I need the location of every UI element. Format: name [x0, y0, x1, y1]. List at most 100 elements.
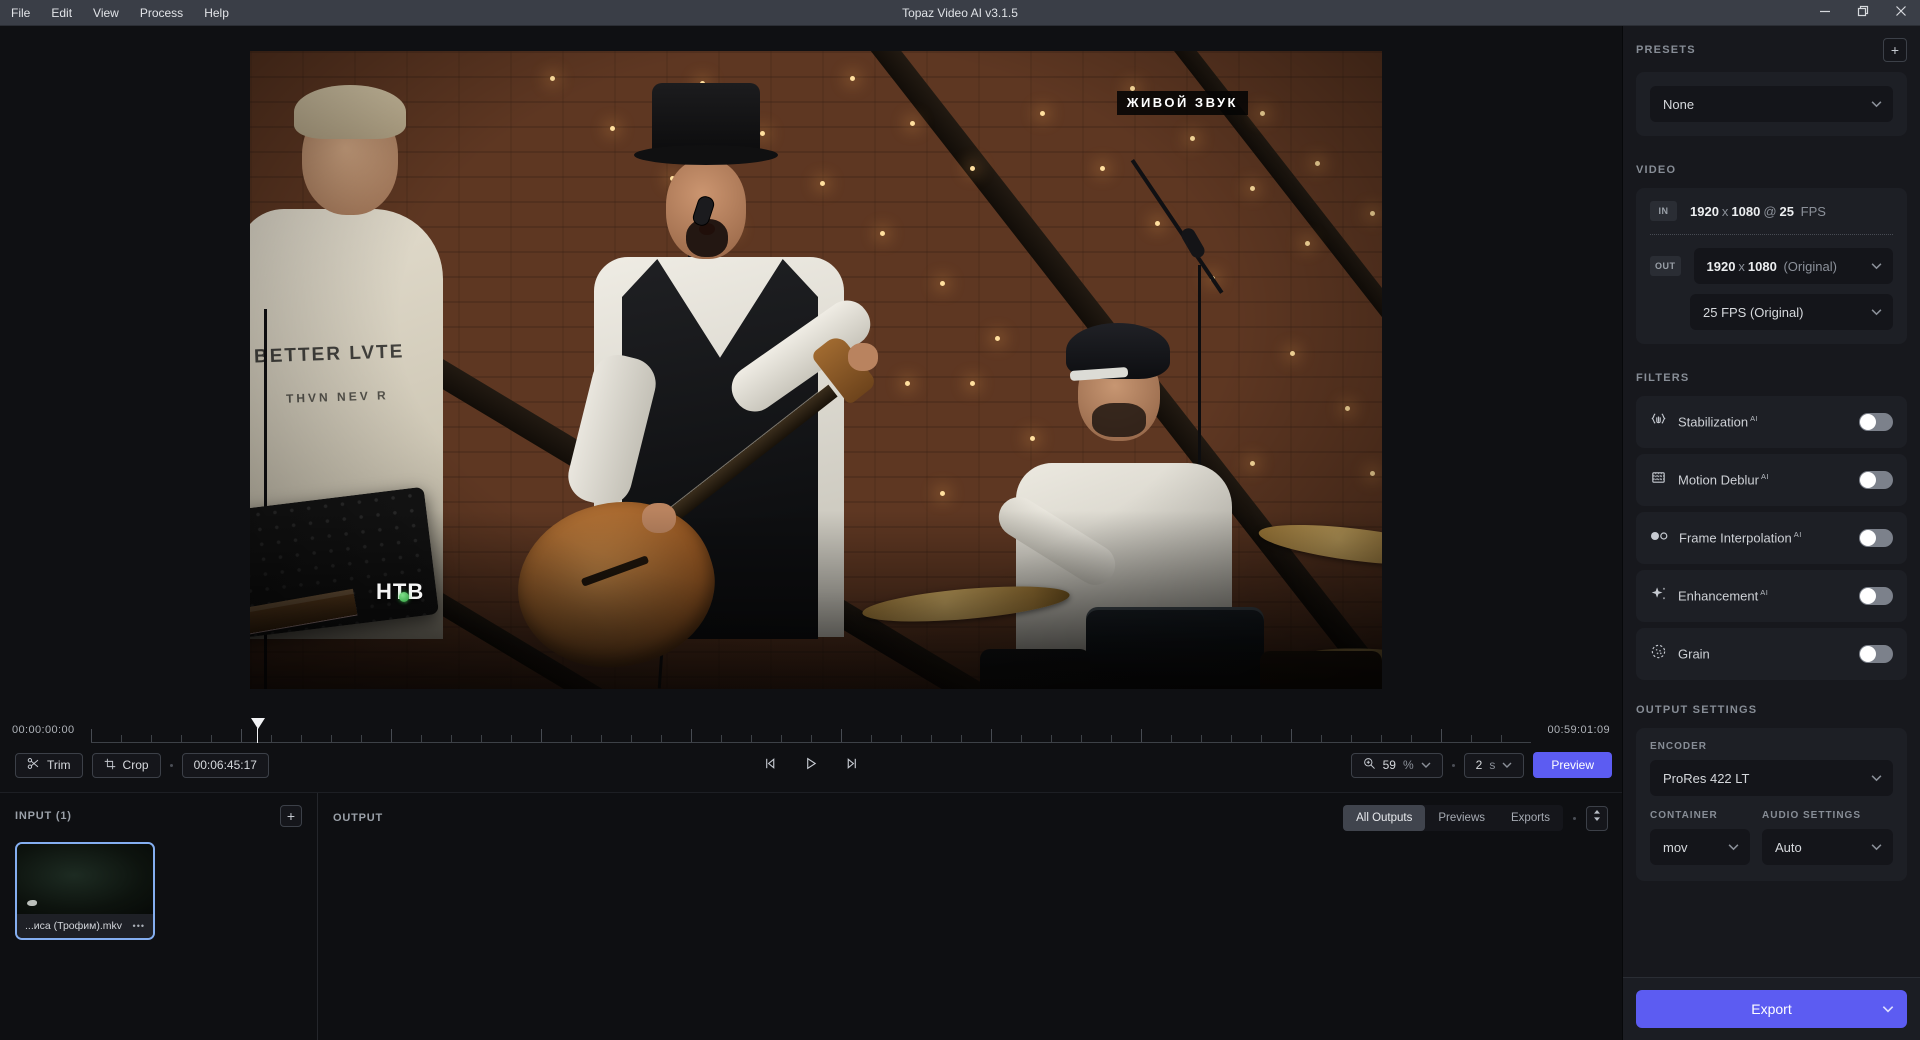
- thumbnail-image: [17, 844, 153, 914]
- menu-process[interactable]: Process: [140, 6, 183, 20]
- add-preset-button[interactable]: +: [1883, 38, 1907, 62]
- audio-settings-label: AUDIO SETTINGS: [1762, 810, 1862, 821]
- zoom-level-dropdown[interactable]: 59 %: [1350, 752, 1443, 778]
- stabilization-icon: [1650, 411, 1667, 433]
- menu-help[interactable]: Help: [204, 6, 229, 20]
- presets-title: PRESETS: [1636, 44, 1696, 56]
- output-fps-dropdown[interactable]: 25 FPS (Original): [1690, 294, 1893, 330]
- timeline-track[interactable]: [90, 717, 1532, 743]
- close-icon: [1895, 5, 1907, 20]
- input-panel: INPUT (1) + ...иса (Трофим).mkv •••: [0, 793, 318, 1040]
- container-label: CONTAINER: [1650, 810, 1718, 821]
- menu-bar: File Edit View Process Help: [0, 6, 229, 20]
- chevron-down-icon: [1882, 1006, 1894, 1013]
- scissors-icon: [27, 757, 40, 773]
- tab-previews[interactable]: Previews: [1425, 805, 1498, 831]
- preset-dropdown[interactable]: None: [1650, 86, 1893, 122]
- add-input-button[interactable]: +: [280, 805, 302, 827]
- output-resolution-dropdown[interactable]: 1920 x 1080 (Original): [1693, 248, 1893, 284]
- timeline-major-ticks: [90, 729, 1532, 742]
- main-area: BETTER LVTE THVN NEV R: [0, 26, 1622, 1040]
- grain-icon: [1650, 643, 1667, 665]
- video-preview[interactable]: BETTER LVTE THVN NEV R: [250, 51, 1382, 689]
- trim-button[interactable]: Trim: [15, 752, 83, 778]
- more-options-icon[interactable]: •••: [133, 921, 145, 931]
- window-controls: [1806, 0, 1920, 26]
- tab-all-outputs[interactable]: All Outputs: [1343, 805, 1426, 831]
- close-button[interactable]: [1882, 0, 1920, 26]
- export-button[interactable]: Export: [1636, 990, 1907, 1028]
- live-sound-badge: ЖИВОЙ ЗВУК: [1116, 91, 1248, 115]
- enhancement-toggle[interactable]: [1859, 587, 1893, 605]
- audio-settings-dropdown[interactable]: Auto: [1762, 829, 1893, 865]
- playhead-marker[interactable]: [250, 718, 265, 743]
- magnifier-plus-icon: [1363, 757, 1376, 773]
- chevron-down-icon: [1871, 775, 1882, 782]
- dotted-divider: [1650, 234, 1893, 235]
- input-panel-title: INPUT (1): [15, 810, 72, 822]
- step-back-icon: [763, 756, 778, 774]
- minimize-icon: [1819, 5, 1831, 20]
- filter-motion-deblur: Motion Deblur AI: [1636, 454, 1907, 506]
- presets-card: None: [1636, 72, 1907, 136]
- sort-order-button[interactable]: [1586, 805, 1608, 831]
- chevron-down-icon: [1728, 844, 1739, 851]
- chevron-down-icon: [1502, 762, 1512, 768]
- restore-button[interactable]: [1844, 0, 1882, 26]
- filter-frame-interpolation: Frame Interpolation AI: [1636, 512, 1907, 564]
- play-button[interactable]: [798, 753, 825, 778]
- current-time-field[interactable]: 00:06:45:17: [181, 752, 269, 778]
- motion-deblur-toggle[interactable]: [1859, 471, 1893, 489]
- timeline: 00:00:00:00 00:59:01:09: [0, 710, 1622, 750]
- input-video-info: 1920 x 1080 @25 FPS: [1690, 203, 1826, 219]
- sort-arrows-icon: [1593, 809, 1601, 827]
- input-file-name: ...иса (Трофим).mkv: [25, 920, 123, 932]
- output-settings-card: ENCODER ProRes 422 LT CONTAINER mov AUDI: [1636, 728, 1907, 881]
- video-card: IN 1920 x 1080 @25 FPS OUT 1920 x 1080 (Origi…: [1636, 188, 1907, 344]
- filter-stabilization: Stabilization AI: [1636, 396, 1907, 448]
- filter-enhancement: Enhancement AI: [1636, 570, 1907, 622]
- crop-button[interactable]: Crop: [91, 752, 161, 778]
- encoder-dropdown[interactable]: ProRes 422 LT: [1650, 760, 1893, 796]
- grain-toggle[interactable]: [1859, 645, 1893, 663]
- timeline-end-time: 00:59:01:09: [1547, 724, 1610, 736]
- topaz-video-ai-window: File Edit View Process Help Topaz Video …: [0, 0, 1920, 1040]
- step-back-button[interactable]: [757, 753, 784, 778]
- crop-icon: [104, 758, 116, 773]
- menu-file[interactable]: File: [11, 6, 30, 20]
- input-thumbnail-selected[interactable]: ...иса (Трофим).mkv •••: [15, 842, 155, 940]
- chevron-down-icon: [1871, 844, 1882, 851]
- chevron-down-icon: [1871, 263, 1882, 270]
- preview-button[interactable]: Preview: [1533, 752, 1612, 778]
- container-dropdown[interactable]: mov: [1650, 829, 1750, 865]
- filter-label: Motion Deblur AI: [1678, 472, 1770, 488]
- tab-exports[interactable]: Exports: [1498, 805, 1563, 831]
- video-section-title: VIDEO: [1636, 164, 1677, 176]
- filter-grain: Grain: [1636, 628, 1907, 680]
- dot-separator: [1573, 816, 1576, 820]
- in-badge: IN: [1650, 201, 1677, 221]
- step-forward-button[interactable]: [839, 753, 866, 778]
- chevron-down-icon: [1871, 101, 1882, 108]
- timeline-start-time: 00:00:00:00: [12, 724, 75, 736]
- window-title: Topaz Video AI v3.1.5: [902, 5, 1018, 20]
- preview-length-dropdown[interactable]: 2 s: [1463, 752, 1525, 778]
- step-forward-icon: [845, 756, 860, 774]
- filters-section-title: FILTERS: [1636, 372, 1690, 384]
- restore-icon: [1857, 5, 1869, 20]
- dot-separator: [1451, 763, 1455, 767]
- stabilization-toggle[interactable]: [1859, 413, 1893, 431]
- menu-edit[interactable]: Edit: [51, 6, 72, 20]
- play-icon: [804, 756, 819, 774]
- chevron-down-icon: [1871, 309, 1882, 316]
- frame-interpolation-toggle[interactable]: [1859, 529, 1893, 547]
- ntv-green-dot: [399, 592, 409, 602]
- output-panel: OUTPUT All Outputs Previews Exports: [318, 793, 1622, 1040]
- output-panel-title: OUTPUT: [333, 812, 384, 824]
- workspace: BETTER LVTE THVN NEV R: [0, 26, 1920, 1040]
- menu-view[interactable]: View: [93, 6, 119, 20]
- out-badge: OUT: [1650, 256, 1681, 276]
- output-tabs: All Outputs Previews Exports: [1343, 805, 1563, 831]
- minimize-button[interactable]: [1806, 0, 1844, 26]
- titlebar: File Edit View Process Help Topaz Video …: [0, 0, 1920, 26]
